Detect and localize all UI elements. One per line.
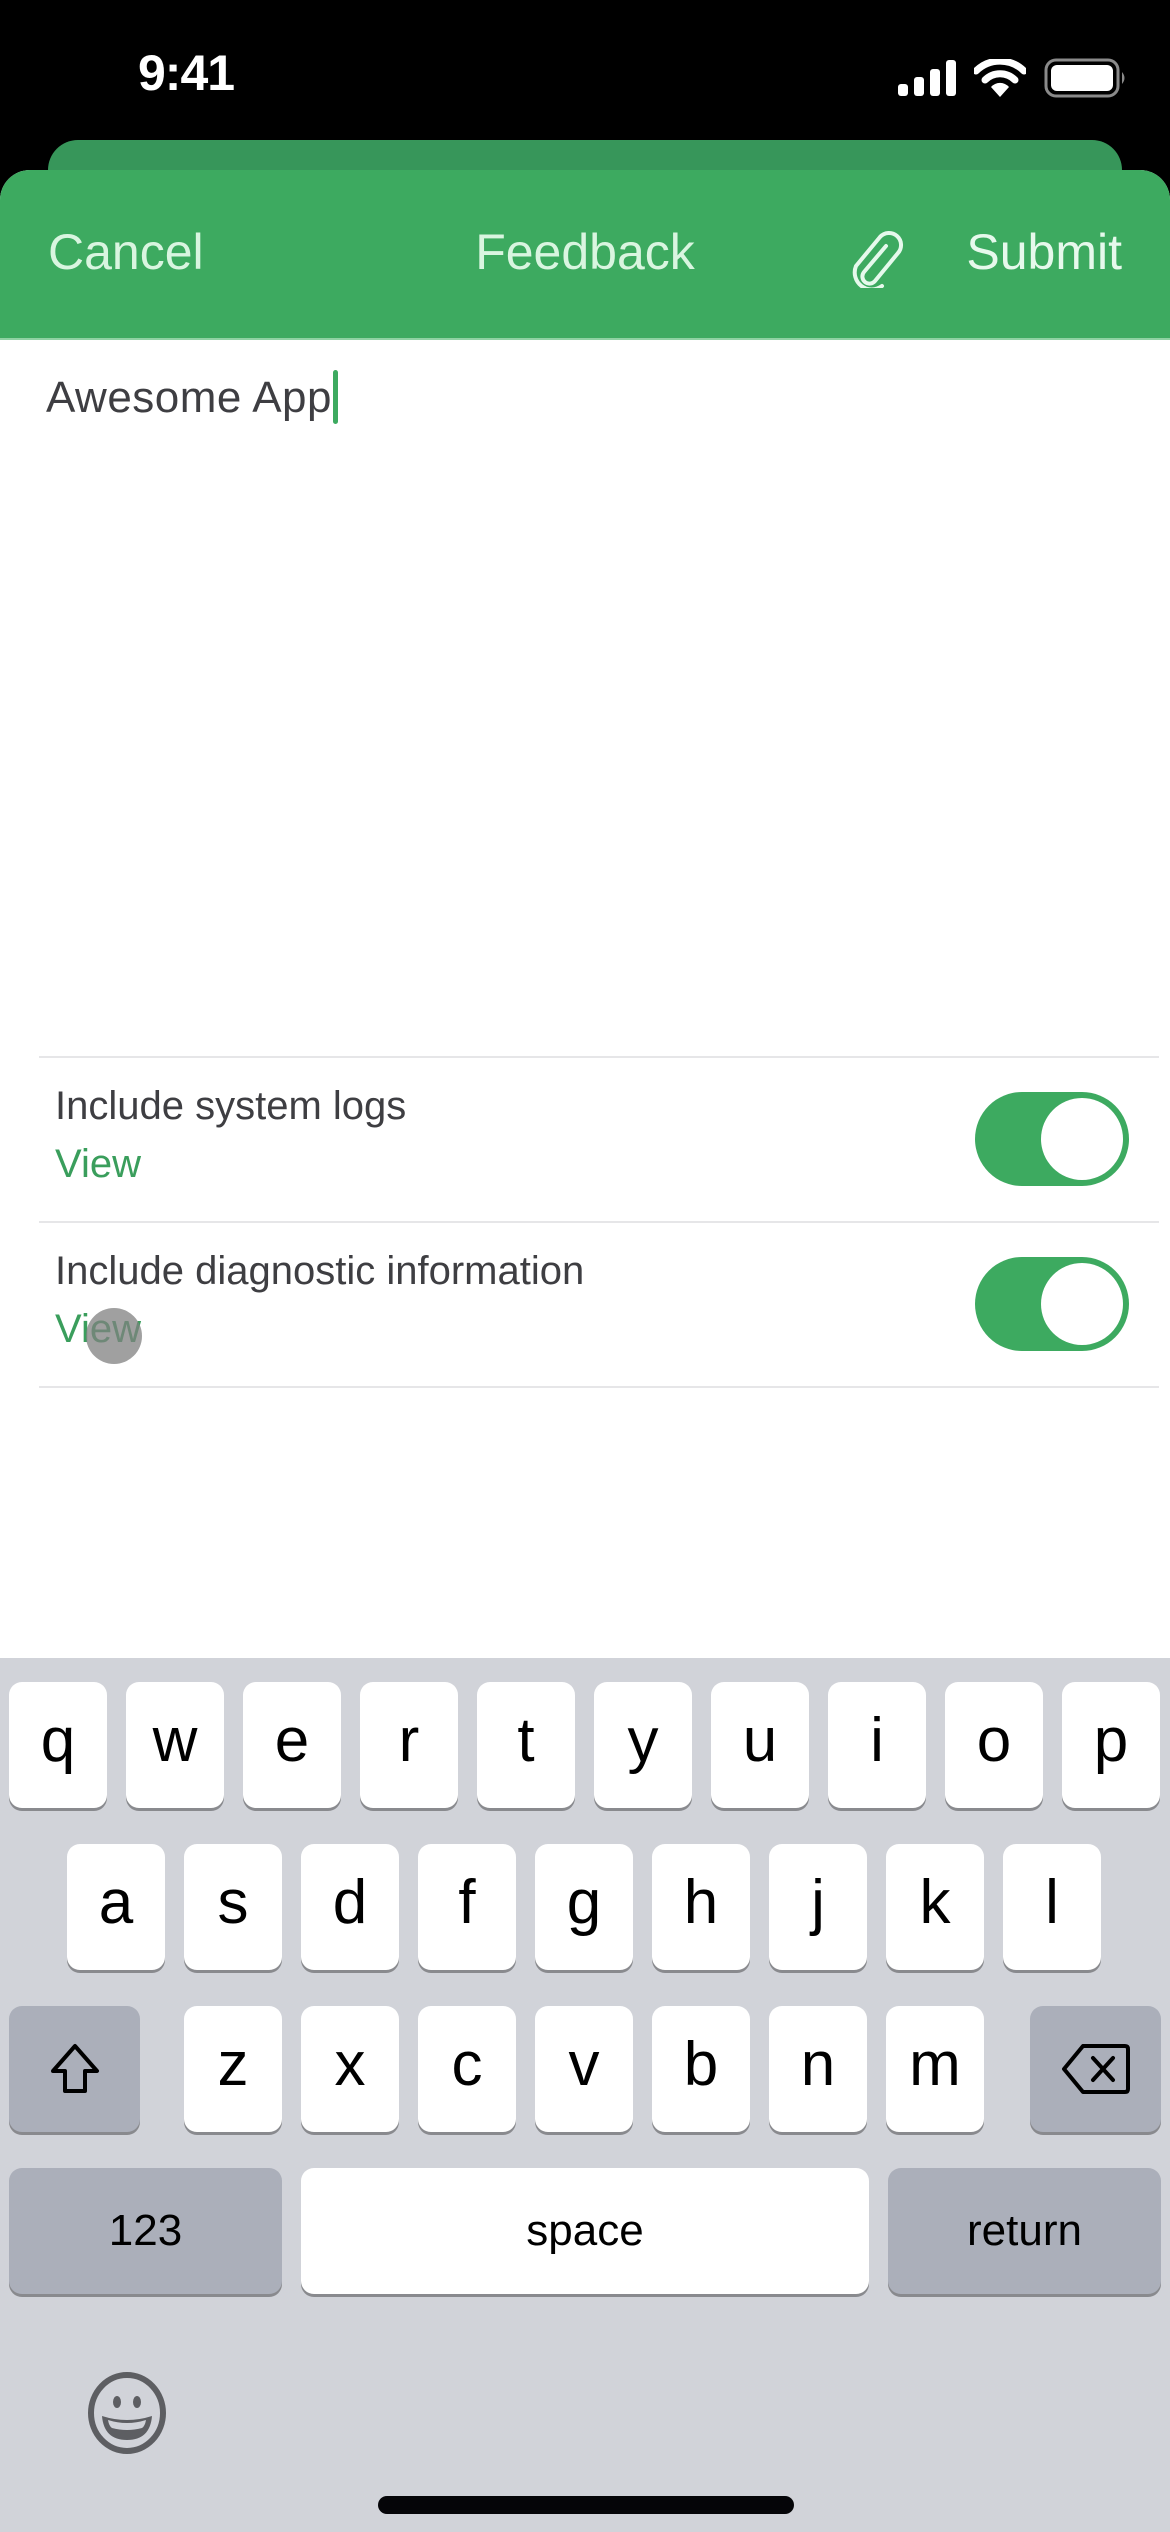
status-time: 9:41 [138,45,235,101]
option-title: Include system logs [55,1084,407,1128]
key-m[interactable]: m [886,2006,984,2132]
key-k[interactable]: k [886,1844,984,1970]
key-v[interactable]: v [535,2006,633,2132]
key-y[interactable]: y [594,1682,692,1808]
key-b[interactable]: b [652,2006,750,2132]
key-r[interactable]: r [360,1682,458,1808]
touch-indicator [86,1308,142,1364]
emoji-smiley-icon [88,2372,166,2454]
feedback-text-value: Awesome App [46,373,332,422]
key-s[interactable]: s [184,1844,282,1970]
numbers-key[interactable]: 123 [9,2168,282,2294]
cancel-button[interactable]: Cancel [48,223,204,281]
key-t[interactable]: t [477,1682,575,1808]
toggle-knob [1041,1263,1123,1345]
delete-backspace-icon [1061,2044,1130,2094]
key-c[interactable]: c [418,2006,516,2132]
key-h[interactable]: h [652,1844,750,1970]
key-o[interactable]: o [945,1682,1043,1808]
divider [39,1386,1159,1388]
option-row-diagnostic-info: Include diagnostic information View [39,1223,1159,1386]
key-d[interactable]: d [301,1844,399,1970]
toggle-knob [1041,1098,1123,1180]
system-logs-toggle[interactable] [975,1092,1129,1186]
key-u[interactable]: u [711,1682,809,1808]
attach-button[interactable] [848,224,906,292]
key-q[interactable]: q [9,1682,107,1808]
text-caret [332,370,338,424]
space-key[interactable]: space [301,2168,869,2294]
shift-icon [50,2044,99,2093]
key-g[interactable]: g [535,1844,633,1970]
key-w[interactable]: w [126,1682,224,1808]
option-row-system-logs: Include system logs View [39,1058,1159,1221]
submit-button[interactable]: Submit [966,223,1122,281]
key-i[interactable]: i [828,1682,926,1808]
key-f[interactable]: f [418,1844,516,1970]
wifi-icon [974,59,1026,97]
option-title: Include diagnostic information [55,1249,585,1293]
return-key[interactable]: return [888,2168,1161,2294]
key-x[interactable]: x [301,2006,399,2132]
battery-icon [1044,58,1125,98]
keyboard: qwertyuiop asdfghjkl zxcvbnm 123 space r… [0,1658,1170,2532]
delete-key[interactable] [1030,2006,1161,2132]
key-z[interactable]: z [184,2006,282,2132]
nav-bar: Cancel Feedback Submit [0,170,1170,340]
shift-key[interactable] [9,2006,140,2132]
view-system-logs-link[interactable]: View [55,1142,141,1187]
cellular-signal-icon [898,60,956,96]
key-j[interactable]: j [769,1844,867,1970]
key-l[interactable]: l [1003,1844,1101,1970]
paperclip-icon [852,230,904,292]
status-icons [898,58,1128,98]
home-indicator [378,2496,794,2514]
diagnostic-info-toggle[interactable] [975,1257,1129,1351]
options-list: Include system logs View Include diagnos… [39,1056,1159,1388]
emoji-button[interactable] [84,2370,170,2456]
key-n[interactable]: n [769,2006,867,2132]
key-e[interactable]: e [243,1682,341,1808]
nav-title: Feedback [475,224,695,280]
key-a[interactable]: a [67,1844,165,1970]
key-p[interactable]: p [1062,1682,1160,1808]
